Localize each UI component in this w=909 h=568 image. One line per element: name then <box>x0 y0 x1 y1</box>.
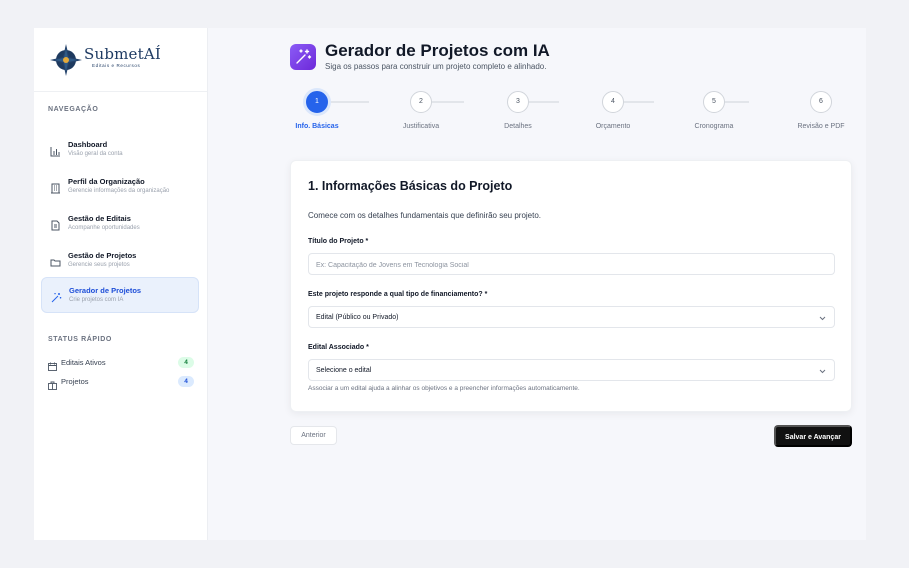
sidebar-item-title: Gestão de Editais <box>68 214 131 223</box>
status-row-editais[interactable]: Editais Ativos 4 <box>48 356 194 371</box>
sidebar-item-title: Dashboard <box>68 140 108 149</box>
sidebar-item-projetos[interactable]: Gestão de Projetos Gerencie seus projeto… <box>41 243 199 279</box>
project-title-field[interactable] <box>308 253 835 276</box>
nav-section-label: NAVEGAÇÃO <box>48 106 99 113</box>
step-6-label[interactable]: Revisão e PDF <box>797 123 844 130</box>
step-connector <box>327 101 369 103</box>
sidebar: SubmetAÍ Editais e Recursos NAVEGAÇÃO Da… <box>34 28 208 540</box>
step-3-label[interactable]: Detalhes <box>504 123 532 130</box>
sidebar-item-title: Gerador de Projetos <box>69 286 142 295</box>
sidebar-item-subtitle: Gerencie seus projetos <box>68 262 130 268</box>
page-title: Gerador de Projetos com IA <box>325 41 550 60</box>
project-title-input[interactable] <box>309 255 834 276</box>
sidebar-item-subtitle: Crie projetos com IA <box>69 297 124 303</box>
status-count-badge: 4 <box>178 376 194 387</box>
brand[interactable]: SubmetAÍ Editais e Recursos <box>34 28 207 92</box>
edital-value: Selecione o edital <box>316 367 372 374</box>
step-5-circle[interactable]: 5 <box>703 91 725 113</box>
magic-wand-icon <box>290 44 316 70</box>
document-icon <box>50 218 61 231</box>
edital-hint: Associar a um edital ajuda a alinhar os … <box>308 385 580 392</box>
funding-type-label: Este projeto responde a qual tipo de fin… <box>308 291 488 298</box>
status-section-label: STATUS RÁPIDO <box>48 336 112 343</box>
step-4-label[interactable]: Orçamento <box>596 123 631 130</box>
sidebar-item-subtitle: Visão geral da conta <box>68 151 123 157</box>
step-5-label[interactable]: Cronograma <box>695 123 734 130</box>
back-button[interactable]: Anterior <box>290 426 337 445</box>
bar-chart-icon <box>50 144 61 157</box>
step-3-circle[interactable]: 3 <box>507 91 529 113</box>
calendar-icon <box>48 358 57 371</box>
sidebar-item-subtitle: Acompanhe oportunidades <box>68 225 140 231</box>
status-label: Editais Ativos <box>61 358 106 367</box>
form-card: 1. Informações Básicas do Projeto Comece… <box>290 160 852 412</box>
sidebar-item-title: Gestão de Projetos <box>68 251 137 260</box>
brand-name: SubmetAÍ <box>84 45 162 63</box>
sidebar-item-gerador[interactable]: Gerador de Projetos Crie projetos com IA <box>41 277 199 313</box>
step-2-label[interactable]: Justificativa <box>403 123 439 130</box>
brand-tagline: Editais e Recursos <box>92 63 141 68</box>
status-row-projetos[interactable]: Projetos 4 <box>48 375 194 390</box>
funding-type-select[interactable]: Edital (Público ou Privado) <box>308 306 835 328</box>
building-icon <box>50 181 61 194</box>
step-4-circle[interactable]: 4 <box>602 91 624 113</box>
edital-label: Edital Associado * <box>308 344 369 351</box>
page-subtitle: Siga os passos para construir um projeto… <box>325 62 547 71</box>
project-title-label: Título do Projeto * <box>308 238 369 245</box>
step-1-circle[interactable]: 1 <box>306 91 328 113</box>
chevron-down-icon <box>819 316 826 321</box>
star-logo-icon <box>50 44 82 76</box>
sidebar-item-title: Perfil da Organização <box>68 177 145 186</box>
sidebar-item-organization[interactable]: Perfil da Organização Gerencie informaçõ… <box>41 169 199 205</box>
briefcase-icon <box>48 377 57 390</box>
status-label: Projetos <box>61 377 89 386</box>
chevron-down-icon <box>819 369 826 374</box>
funding-type-value: Edital (Público ou Privado) <box>316 314 399 321</box>
folder-icon <box>50 255 61 267</box>
magic-wand-icon <box>51 290 62 303</box>
step-6-circle[interactable]: 6 <box>810 91 832 113</box>
sidebar-item-subtitle: Gerencie informações da organização <box>68 188 170 194</box>
step-2-circle[interactable]: 2 <box>410 91 432 113</box>
form-description: Comece com os detalhes fundamentais que … <box>308 211 542 220</box>
edital-select[interactable]: Selecione o edital <box>308 359 835 381</box>
status-count-badge: 4 <box>178 357 194 368</box>
app-window: SubmetAÍ Editais e Recursos NAVEGAÇÃO Da… <box>34 28 866 540</box>
step-1-label[interactable]: Info. Básicas <box>295 123 338 130</box>
form-title: 1. Informações Básicas do Projeto <box>308 179 513 193</box>
sidebar-item-editais[interactable]: Gestão de Editais Acompanhe oportunidade… <box>41 206 199 242</box>
sidebar-item-dashboard[interactable]: Dashboard Visão geral da conta <box>41 132 199 168</box>
save-and-next-button[interactable]: Salvar e Avançar <box>774 425 852 447</box>
